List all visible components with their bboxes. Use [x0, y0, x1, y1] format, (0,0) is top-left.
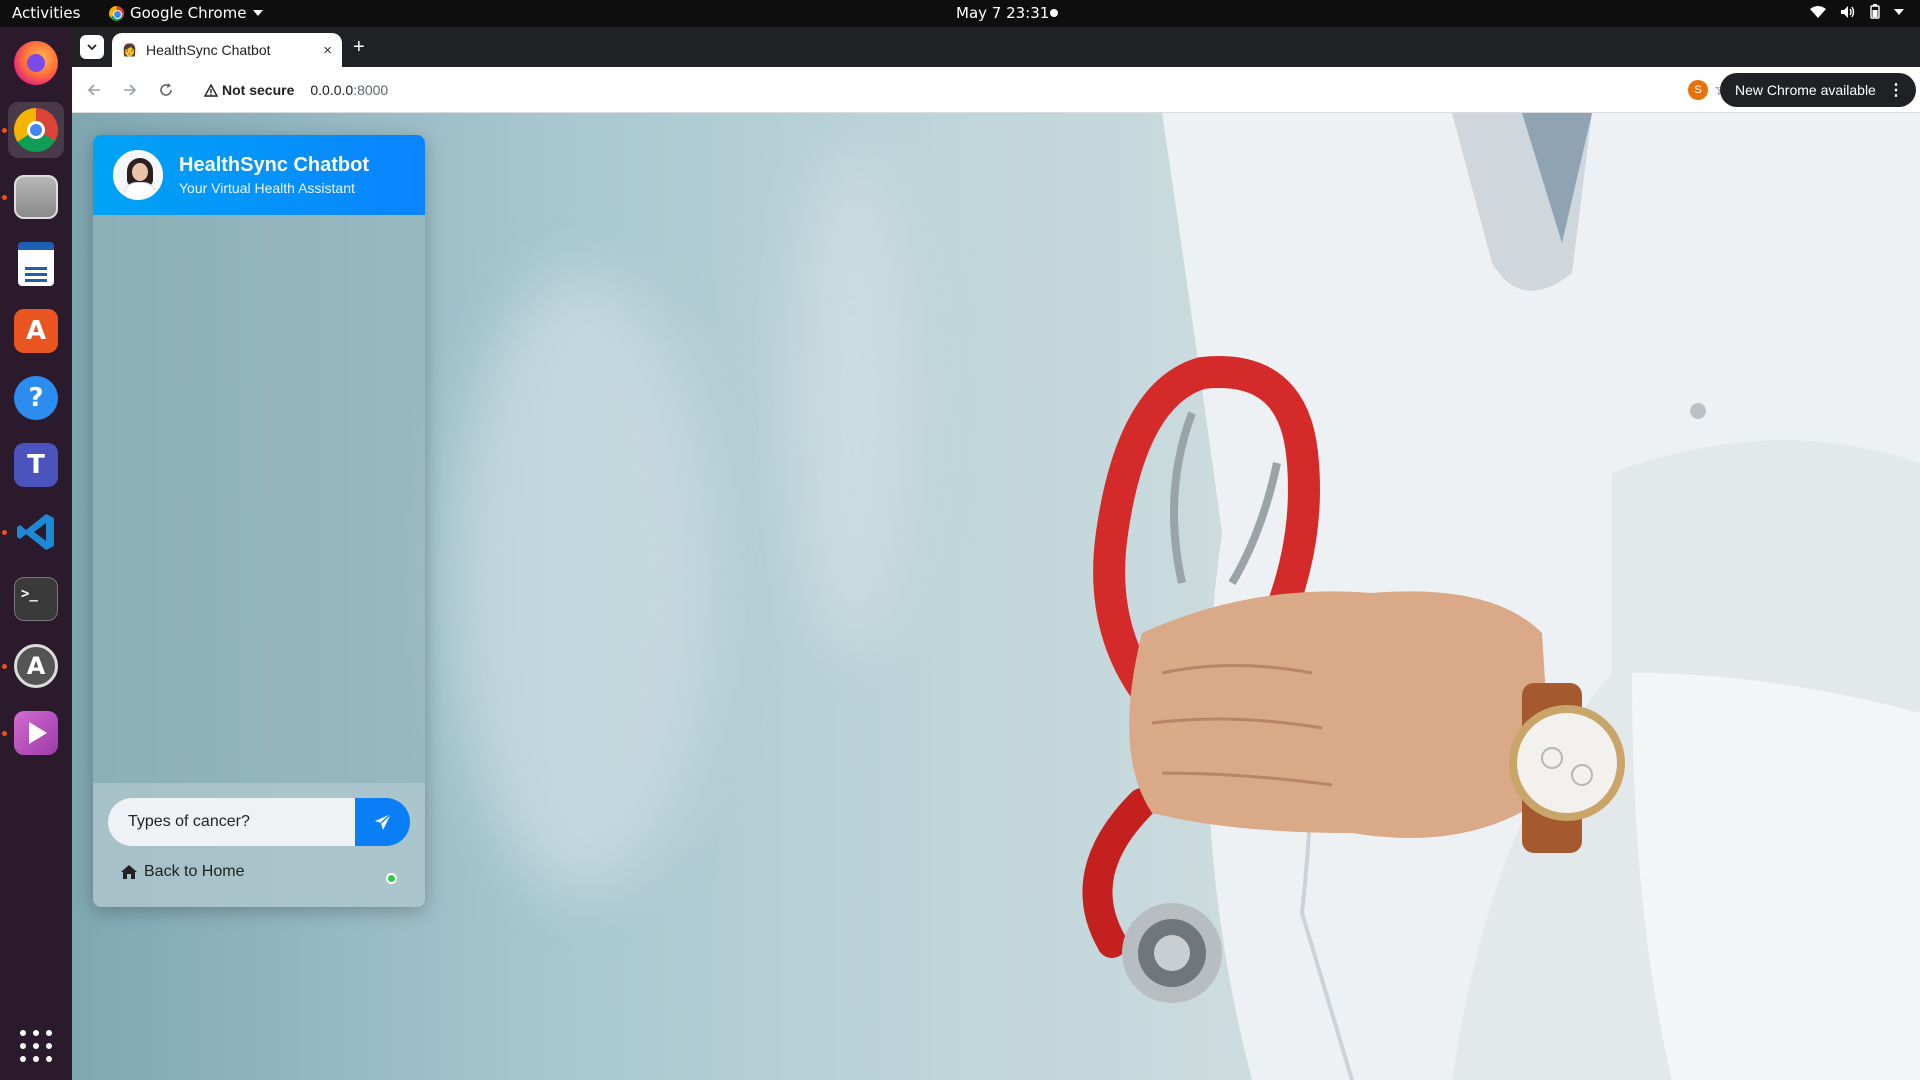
dock-files[interactable] [8, 169, 64, 225]
writer-icon [18, 242, 54, 286]
chat-subtitle: Your Virtual Health Assistant [179, 180, 355, 196]
paper-plane-icon [374, 813, 391, 830]
tab-strip: 👩 HealthSync Chatbot × + [72, 27, 1920, 67]
arrow-left-icon [87, 84, 100, 96]
dock-software-updater[interactable]: A [8, 638, 64, 694]
app-menu-label: Google Chrome [130, 4, 247, 22]
back-button[interactable] [82, 78, 106, 102]
chevron-down-icon [252, 10, 263, 16]
dock-vscode[interactable] [8, 504, 64, 560]
reload-icon [160, 83, 172, 96]
profile-avatar[interactable]: S [1688, 80, 1708, 100]
message-area[interactable] [93, 215, 425, 783]
system-tray[interactable] [1810, 4, 1904, 19]
tab-title: HealthSync Chatbot [146, 42, 271, 58]
forward-button[interactable] [118, 78, 142, 102]
browser-window: 👩 HealthSync Chatbot × + Not secure 0.0.… [72, 27, 1920, 1080]
media-player-icon [14, 711, 58, 755]
send-button[interactable] [355, 798, 410, 846]
chat-header: HealthSync Chatbot Your Virtual Health A… [93, 135, 425, 215]
chatbot-panel: HealthSync Chatbot Your Virtual Health A… [93, 135, 425, 907]
chat-header-text: HealthSync Chatbot Your Virtual Health A… [179, 154, 369, 196]
dock-app-center[interactable]: A [8, 303, 64, 359]
app-center-icon: A [14, 309, 58, 353]
tab-close-icon[interactable]: × [323, 42, 332, 59]
address-bar[interactable]: Not secure 0.0.0.0 :8000 ☆ [192, 73, 1744, 107]
chrome-small-icon [109, 5, 124, 21]
running-indicator [2, 664, 7, 669]
security-label[interactable]: Not secure [222, 82, 294, 98]
help-icon: ? [14, 376, 58, 420]
running-indicator [2, 195, 7, 200]
more-vert-icon[interactable]: ⋮ [1888, 80, 1904, 100]
tab-search-button[interactable] [80, 35, 104, 59]
battery-icon [1870, 4, 1880, 19]
page-viewport: HealthSync Chatbot Your Virtual Health A… [72, 113, 1920, 1080]
back-to-home-label: Back to Home [144, 863, 245, 880]
dock-terminal[interactable]: >_ [8, 571, 64, 627]
dock-writer[interactable] [8, 236, 64, 292]
dock-help[interactable]: ? [8, 370, 64, 426]
notification-dot [1050, 9, 1058, 17]
system-top-bar: Activities Google Chrome May 7 23:31 [0, 0, 1920, 27]
arrow-right-icon [124, 84, 137, 96]
message-input-group [108, 798, 410, 846]
new-tab-button[interactable]: + [353, 35, 365, 59]
terminal-icon: >_ [14, 577, 58, 621]
dock: A ? T >_ A [0, 27, 72, 1080]
software-updater-icon: A [14, 644, 58, 688]
teams-icon: T [14, 443, 58, 487]
volume-icon [1841, 5, 1855, 18]
reload-button[interactable] [154, 78, 178, 102]
running-indicator [2, 530, 7, 535]
chat-title: HealthSync Chatbot [179, 154, 370, 176]
tab-healthsync[interactable]: 👩 HealthSync Chatbot × [112, 33, 342, 67]
online-status-dot [386, 873, 397, 884]
assistant-avatar [113, 150, 163, 200]
url-host: 0.0.0.0 [310, 82, 354, 98]
dock-chrome[interactable] [8, 102, 64, 158]
chat-footer: Back to Home [93, 783, 425, 907]
new-chrome-available-button[interactable]: New Chrome available ⋮ [1720, 73, 1916, 107]
running-indicator [2, 128, 7, 133]
show-apps-button[interactable] [20, 1030, 52, 1062]
update-label: New Chrome available [1735, 82, 1876, 98]
back-to-home-link[interactable]: Back to Home [120, 863, 244, 881]
clock[interactable]: May 7 23:31 [956, 4, 1049, 22]
favicon-icon: 👩 [122, 43, 137, 57]
vscode-icon [17, 514, 54, 550]
system-menu-chevron-icon [1894, 8, 1904, 15]
dock-firefox[interactable] [8, 35, 64, 91]
warning-icon [204, 83, 218, 97]
running-indicator [2, 731, 7, 736]
activities-button[interactable]: Activities [12, 4, 80, 22]
app-menu[interactable]: Google Chrome [109, 4, 263, 22]
dock-teams[interactable]: T [8, 437, 64, 493]
wifi-icon [1810, 5, 1826, 18]
message-input[interactable] [108, 798, 356, 846]
chevron-down-icon [87, 43, 97, 50]
chrome-icon [14, 108, 58, 152]
url-port: :8000 [353, 82, 389, 98]
dock-media-player[interactable] [8, 705, 64, 761]
browser-toolbar: Not secure 0.0.0.0 :8000 ☆ S New Chrome … [72, 67, 1920, 113]
home-icon [121, 865, 137, 879]
files-icon [14, 175, 58, 219]
firefox-icon [14, 41, 58, 85]
